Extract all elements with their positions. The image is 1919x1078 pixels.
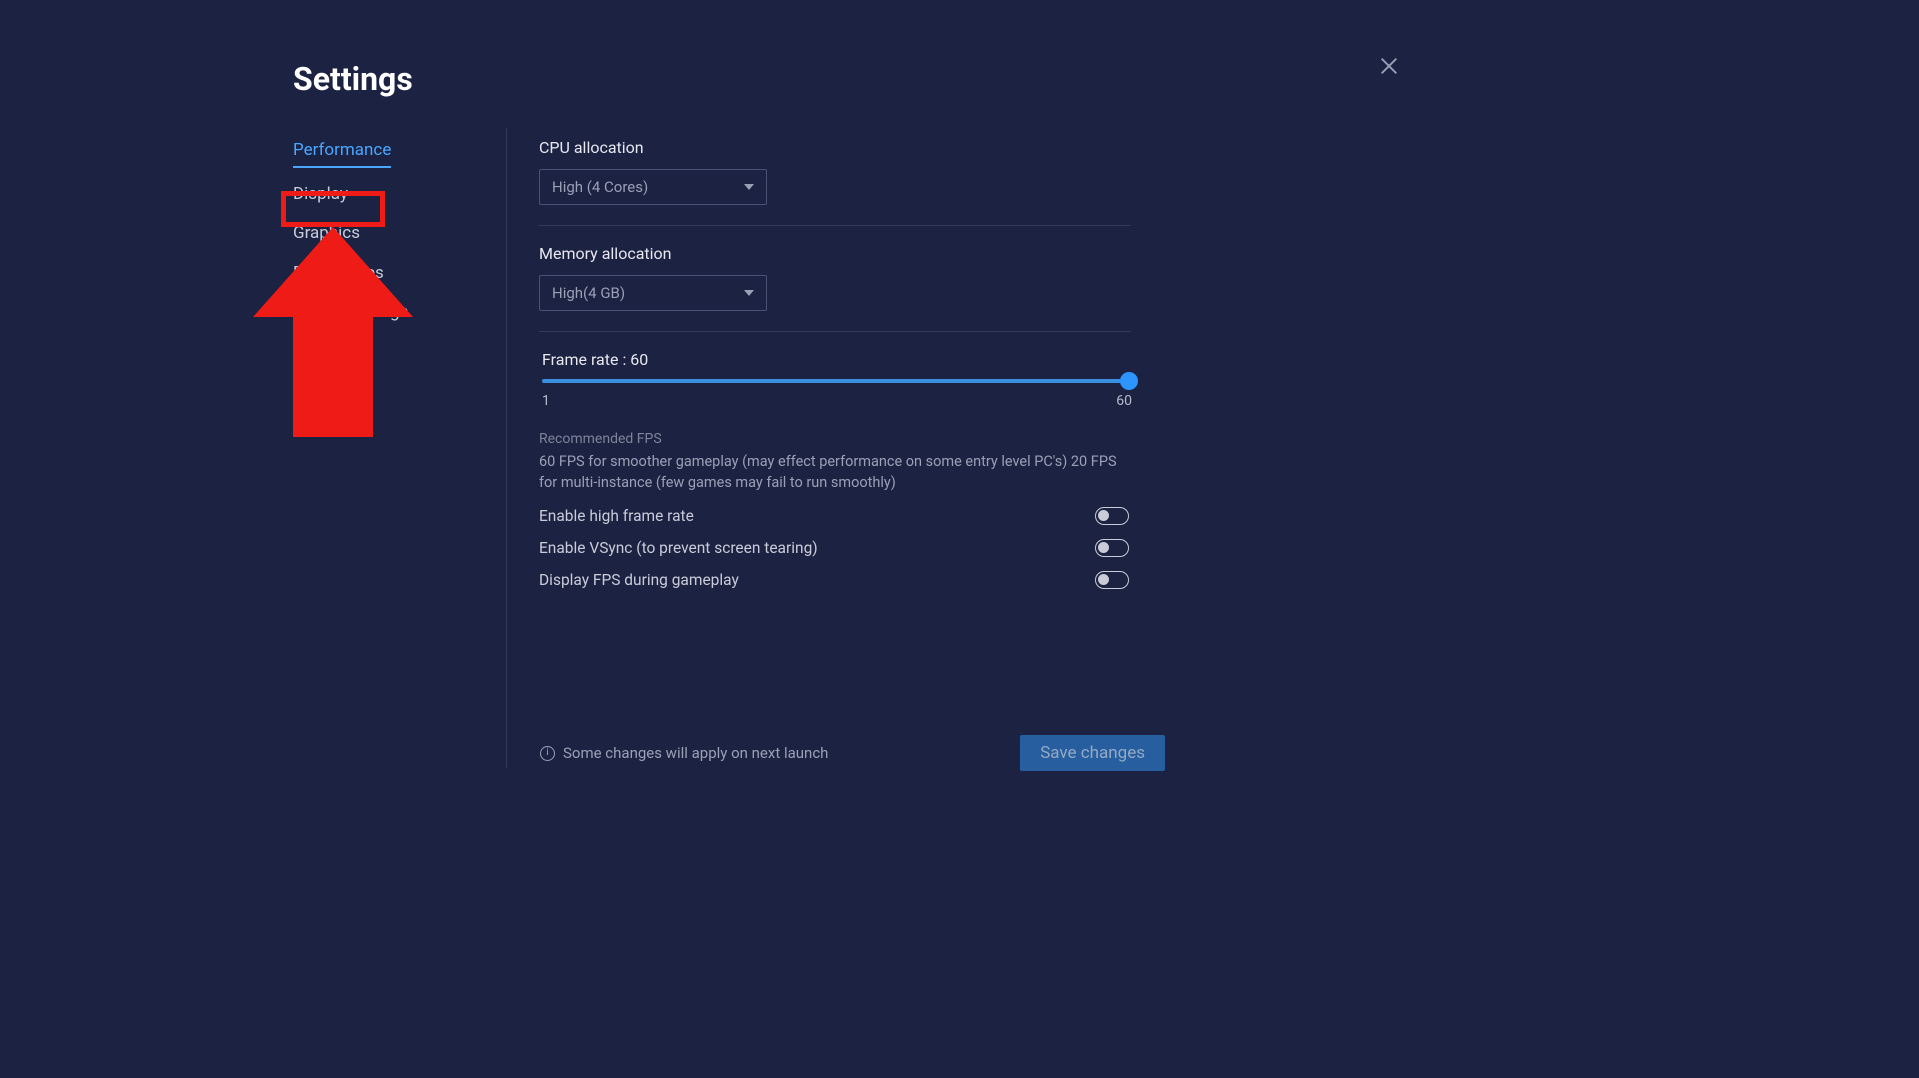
slider-min-label: 1 bbox=[542, 393, 550, 409]
page-title: Settings bbox=[293, 60, 1455, 98]
settings-sidebar: Performance Display Graphics Preferences… bbox=[293, 138, 506, 589]
sidebar-item-graphics[interactable]: Graphics bbox=[293, 221, 360, 247]
recommended-fps-text: 60 FPS for smoother gameplay (may effect… bbox=[539, 451, 1131, 493]
cpu-allocation-value: High (4 Cores) bbox=[552, 178, 648, 196]
info-icon: i bbox=[540, 746, 555, 761]
footer-note: i Some changes will apply on next launch bbox=[540, 744, 828, 762]
close-icon bbox=[1378, 55, 1400, 77]
divider bbox=[539, 225, 1131, 226]
slider-thumb[interactable] bbox=[1120, 372, 1138, 390]
toggle-label-vsync: Enable VSync (to prevent screen tearing) bbox=[539, 539, 818, 557]
chevron-down-icon bbox=[744, 184, 754, 190]
toggle-high-frame-rate[interactable] bbox=[1095, 507, 1129, 525]
save-changes-button[interactable]: Save changes bbox=[1020, 735, 1165, 771]
vertical-divider bbox=[506, 128, 507, 768]
toggle-vsync[interactable] bbox=[1095, 539, 1129, 557]
toggle-label-display-fps: Display FPS during gameplay bbox=[539, 571, 739, 589]
framerate-slider[interactable] bbox=[542, 379, 1130, 383]
close-button[interactable] bbox=[1378, 55, 1400, 77]
toggle-label-high-frame-rate: Enable high frame rate bbox=[539, 507, 694, 525]
slider-max-label: 60 bbox=[1116, 393, 1132, 409]
cpu-allocation-select[interactable]: High (4 Cores) bbox=[539, 169, 767, 205]
sidebar-item-display[interactable]: Display bbox=[293, 182, 348, 208]
cpu-allocation-label: CPU allocation bbox=[539, 138, 1164, 157]
chevron-down-icon bbox=[744, 290, 754, 296]
memory-allocation-select[interactable]: High(4 GB) bbox=[539, 275, 767, 311]
sidebar-item-performance[interactable]: Performance bbox=[293, 138, 391, 168]
memory-allocation-value: High(4 GB) bbox=[552, 284, 625, 302]
toggle-display-fps[interactable] bbox=[1095, 571, 1129, 589]
memory-allocation-label: Memory allocation bbox=[539, 244, 1164, 263]
footer-note-text: Some changes will apply on next launch bbox=[563, 744, 828, 762]
framerate-label: Frame rate : 60 bbox=[542, 350, 1164, 369]
sidebar-item-device-settings[interactable]: Device settings bbox=[293, 300, 408, 326]
performance-panel: CPU allocation High (4 Cores) Memory all… bbox=[539, 138, 1164, 589]
divider bbox=[539, 331, 1131, 332]
recommended-fps-title: Recommended FPS bbox=[539, 431, 1164, 447]
sidebar-item-preferences[interactable]: Preferences bbox=[293, 261, 384, 287]
